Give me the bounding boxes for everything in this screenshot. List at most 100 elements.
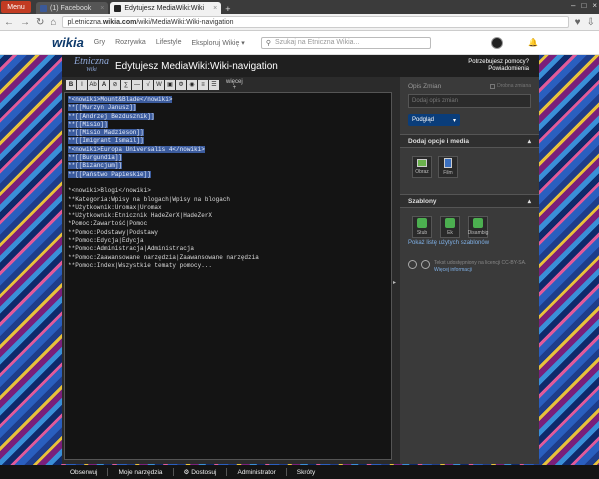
add-video-button[interactable]: Film — [438, 156, 458, 178]
templates-header[interactable]: Szablony ▴ — [400, 194, 539, 208]
gear-icon: ⚙ — [183, 469, 190, 476]
wikia-logo[interactable]: wikia — [52, 35, 84, 50]
editor-line: *<nowiki>Mount&Blade</nowiki> — [68, 96, 173, 103]
hr-button[interactable]: — — [132, 79, 142, 90]
notifications-bell-icon[interactable]: 🔔 — [528, 38, 538, 47]
avatar[interactable] — [491, 37, 503, 49]
editor-line: *<nowiki>Blogi</nowiki> — [68, 187, 151, 195]
table-button[interactable]: ≡ — [198, 79, 208, 90]
math-button[interactable]: ∑ — [121, 79, 131, 90]
gallery-button[interactable]: ▣ — [165, 79, 175, 90]
editor-line: **[[Bizancjum]] — [68, 162, 123, 170]
media-buttons: Obraz Film — [400, 148, 539, 186]
toolbar-customize[interactable]: ⚙ Dostosuj — [184, 468, 217, 476]
browser-menu-button[interactable]: Menu — [1, 1, 31, 13]
link-button[interactable]: Ab — [88, 79, 98, 90]
wikitext-editor[interactable]: *<nowiki>Mount&Blade</nowiki> **[[Murzyn … — [64, 92, 392, 460]
editor-line: *<nowiki>Europa Universalis 4</nowiki> — [68, 145, 205, 153]
window-controls: – □ × — [571, 1, 597, 10]
url-domain: wikia.com — [102, 18, 137, 26]
cc-license-icon — [408, 260, 417, 269]
collapse-arrow-icon[interactable]: ▸ — [393, 279, 396, 286]
notifications-link[interactable]: Powiadomienia — [468, 66, 529, 73]
editor-line: **[[Andrzej Bezduszník]] — [68, 112, 155, 120]
puzzle-icon — [417, 218, 427, 228]
close-icon[interactable]: × — [100, 5, 104, 12]
nav-item-lifestyle[interactable]: Lifestyle — [156, 39, 182, 46]
special-char-button[interactable]: Φ — [176, 79, 186, 90]
new-tab-icon[interactable]: + — [225, 4, 230, 14]
heart-icon[interactable]: ♥ — [575, 17, 581, 28]
redirect-button[interactable]: ◉ — [187, 79, 197, 90]
editor-line: **Pomoc:Index|Wszystkie tematy pomocy... — [68, 261, 213, 269]
summary-input[interactable]: Dodaj opis zmian — [408, 94, 531, 108]
image-icon — [417, 159, 427, 167]
tab-facebook[interactable]: (1) Facebook × — [36, 2, 109, 14]
list-button[interactable]: ☰ — [209, 79, 219, 90]
minor-edit-checkbox[interactable]: Drobna zmiana — [490, 83, 531, 89]
wiki-link-button[interactable]: W — [154, 79, 164, 90]
url-input[interactable]: pl.etniczna. wikia.com/wiki/MediaWiki:Wik… — [62, 16, 569, 28]
facebook-icon — [40, 4, 47, 12]
editor-line: **[[Misio Madzieson]] — [68, 129, 144, 137]
tab-label: Edytujesz MediaWiki:Wiki — [124, 4, 205, 12]
signature-button[interactable]: √ — [143, 79, 153, 90]
editor-line: *Pomoc:Zawartość|Pomoc — [68, 220, 148, 228]
toolbar-admin[interactable]: Administrator — [237, 469, 275, 476]
tab-label: (1) Facebook — [50, 4, 92, 12]
minimize-icon[interactable]: – — [571, 1, 575, 10]
template-buttons: Stub Ek Disambig — [400, 208, 539, 240]
editor-line: **Pomoc:Zaawansowane narzędzia|Zaawansow… — [68, 253, 259, 261]
nav-item-explore[interactable]: Eksploruj Wikię ▾ — [192, 39, 245, 47]
template-stub-button[interactable]: Stub — [412, 216, 432, 238]
forward-icon[interactable]: → — [20, 17, 30, 28]
editor-line: **Kategoria:Wpisy na blogach|Wpisy na bl… — [68, 195, 231, 203]
headline-button[interactable]: A — [99, 79, 109, 90]
nav-item-games[interactable]: Gry — [94, 39, 105, 46]
editor-line: **Pomoc:Podstawy|Podstawy — [68, 228, 159, 236]
close-window-icon[interactable]: × — [592, 1, 597, 10]
options-media-header[interactable]: Dodaj opcje i media ▴ — [400, 134, 539, 148]
cc-by-icon — [421, 260, 430, 269]
reload-icon[interactable]: ↻ — [36, 17, 44, 28]
toolbar-my-tools[interactable]: Moje narzędzia — [118, 469, 162, 476]
more-button[interactable]: więcej + — [226, 79, 243, 91]
editor-line: **[[Misio]] — [68, 120, 108, 128]
url-path: /wiki/MediaWiki:Wiki-navigation — [136, 18, 234, 26]
bold-button[interactable]: B — [66, 79, 76, 90]
template-disambig-button[interactable]: Disambig — [468, 216, 488, 238]
url-prefix: pl.etniczna. — [67, 18, 103, 26]
page-title: Edytujesz MediaWiki:Wiki-navigation — [115, 60, 278, 72]
maximize-icon[interactable]: □ — [581, 1, 586, 10]
chevron-down-icon: ▾ — [452, 117, 456, 124]
close-icon[interactable]: × — [213, 5, 217, 12]
back-icon[interactable]: ← — [4, 17, 14, 28]
wikia-toolbar: Obserwuj Moje narzędzia ⚙ Dostosuj Admin… — [0, 465, 599, 479]
home-icon[interactable]: ⌂ — [50, 17, 56, 28]
editor-line: **[[Murzyn Janusz]] — [68, 104, 137, 112]
editor-line: **Użytkownik:Etnicznik HadeZerX|HadeZerX — [68, 212, 213, 220]
edit-sidebar: Opis Zmian Drobna zmiana Dodaj opis zmia… — [400, 77, 539, 464]
wikia-icon — [114, 4, 122, 12]
search-input[interactable]: ⚲ Szukaj na Etniczna Wikia... — [260, 36, 431, 49]
plus-icon: + — [232, 84, 237, 91]
license-info: Tekst udostępniony na licencji CC-BY-SA.… — [400, 246, 539, 288]
tab-wiki-edit[interactable]: Edytujesz MediaWiki:Wiki × — [110, 2, 222, 14]
nowiki-button[interactable]: ⊘ — [110, 79, 120, 90]
download-icon[interactable]: ⇩ — [587, 17, 595, 28]
license-more-link[interactable]: Więcej informacji — [434, 267, 472, 273]
help-link[interactable]: Potrzebujesz pomocy? — [468, 59, 529, 66]
wikia-global-nav: wikia Gry Rozrywka Lifestyle Eksploruj W… — [0, 31, 599, 55]
add-image-button[interactable]: Obraz — [412, 156, 432, 178]
search-icon: ⚲ — [265, 39, 271, 47]
italic-button[interactable]: I — [77, 79, 87, 90]
toolbar-shortcuts[interactable]: Skróty — [297, 469, 315, 476]
toolbar-follow[interactable]: Obserwuj — [70, 469, 97, 476]
editor-toolbar: B I Ab A ⊘ ∑ — √ W ▣ Φ ◉ ≡ ☰ więcej + — [62, 77, 398, 92]
template-ek-button[interactable]: Ek — [440, 216, 460, 238]
edit-header: Etniczna Wiki Edytujesz MediaWiki:Wiki-n… — [62, 55, 539, 77]
nav-item-entertainment[interactable]: Rozrywka — [115, 39, 146, 46]
wiki-logo[interactable]: Etniczna Wiki — [74, 57, 109, 74]
preview-button[interactable]: Podgląd ▾ — [408, 114, 460, 126]
